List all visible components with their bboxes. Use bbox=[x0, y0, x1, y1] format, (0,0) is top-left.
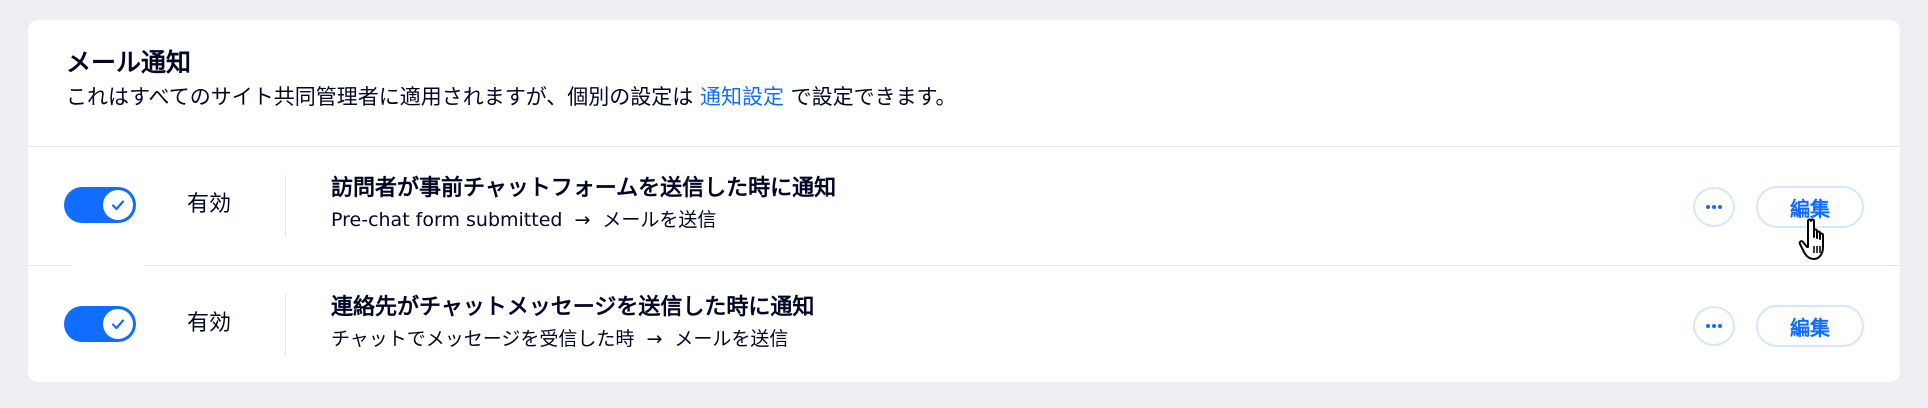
rule-trigger: Pre-chat form submitted bbox=[331, 209, 563, 231]
rule-title: 連絡先がチャットメッセージを送信した時に通知 bbox=[331, 295, 815, 320]
email-notifications-card: メール通知 これはすべてのサイト共同管理者に適用されますが、個別の設定は 通知設… bbox=[28, 20, 1900, 382]
column-divider bbox=[285, 175, 286, 237]
notification-rule-row: 有効 連絡先がチャットメッセージを送信した時に通知 チャットでメッセージを受信し… bbox=[28, 266, 1900, 382]
edit-button[interactable]: 編集 bbox=[1756, 186, 1864, 228]
arrow-right-icon: → bbox=[574, 209, 591, 231]
rule-description: Pre-chat form submitted → メールを送信 bbox=[331, 205, 836, 235]
subtitle-suffix: で設定できます。 bbox=[790, 85, 957, 109]
edit-button[interactable]: 編集 bbox=[1756, 305, 1864, 347]
rule-text: 訪問者が事前チャットフォームを送信した時に通知 Pre-chat form su… bbox=[331, 173, 836, 235]
check-icon bbox=[111, 319, 125, 330]
card-subtitle: これはすべてのサイト共同管理者に適用されますが、個別の設定は 通知設定 で設定で… bbox=[66, 81, 1862, 113]
more-icon bbox=[1706, 324, 1722, 328]
more-icon bbox=[1706, 205, 1722, 209]
rule-text: 連絡先がチャットメッセージを送信した時に通知 チャットでメッセージを受信した時 →… bbox=[331, 292, 814, 354]
notification-settings-link[interactable]: 通知設定 bbox=[700, 85, 784, 109]
column-divider bbox=[285, 294, 286, 356]
enabled-toggle[interactable] bbox=[64, 306, 136, 342]
card-header: メール通知 これはすべてのサイト共同管理者に適用されますが、個別の設定は 通知設… bbox=[66, 46, 1862, 113]
page-title: メール通知 bbox=[66, 48, 192, 77]
status-label: 有効 bbox=[187, 311, 232, 336]
check-icon bbox=[111, 200, 125, 211]
rule-title: 訪問者が事前チャットフォームを送信した時に通知 bbox=[331, 176, 837, 201]
more-actions-button[interactable] bbox=[1693, 306, 1735, 346]
toggle-knob bbox=[103, 309, 133, 339]
subtitle-text: これはすべてのサイト共同管理者に適用されますが、個別の設定は bbox=[66, 85, 694, 109]
more-actions-button[interactable] bbox=[1693, 187, 1735, 227]
toggle-knob bbox=[103, 190, 133, 220]
notification-rule-row: 有効 訪問者が事前チャットフォームを送信した時に通知 Pre-chat form… bbox=[28, 147, 1900, 265]
arrow-right-icon: → bbox=[646, 328, 663, 350]
status-label: 有効 bbox=[187, 192, 232, 217]
rule-description: チャットでメッセージを受信した時 → メールを送信 bbox=[331, 324, 814, 354]
enabled-toggle[interactable] bbox=[64, 187, 136, 223]
rule-action: メールを送信 bbox=[602, 209, 717, 231]
rule-action: メールを送信 bbox=[674, 328, 789, 350]
rule-trigger: チャットでメッセージを受信した時 bbox=[331, 328, 635, 350]
